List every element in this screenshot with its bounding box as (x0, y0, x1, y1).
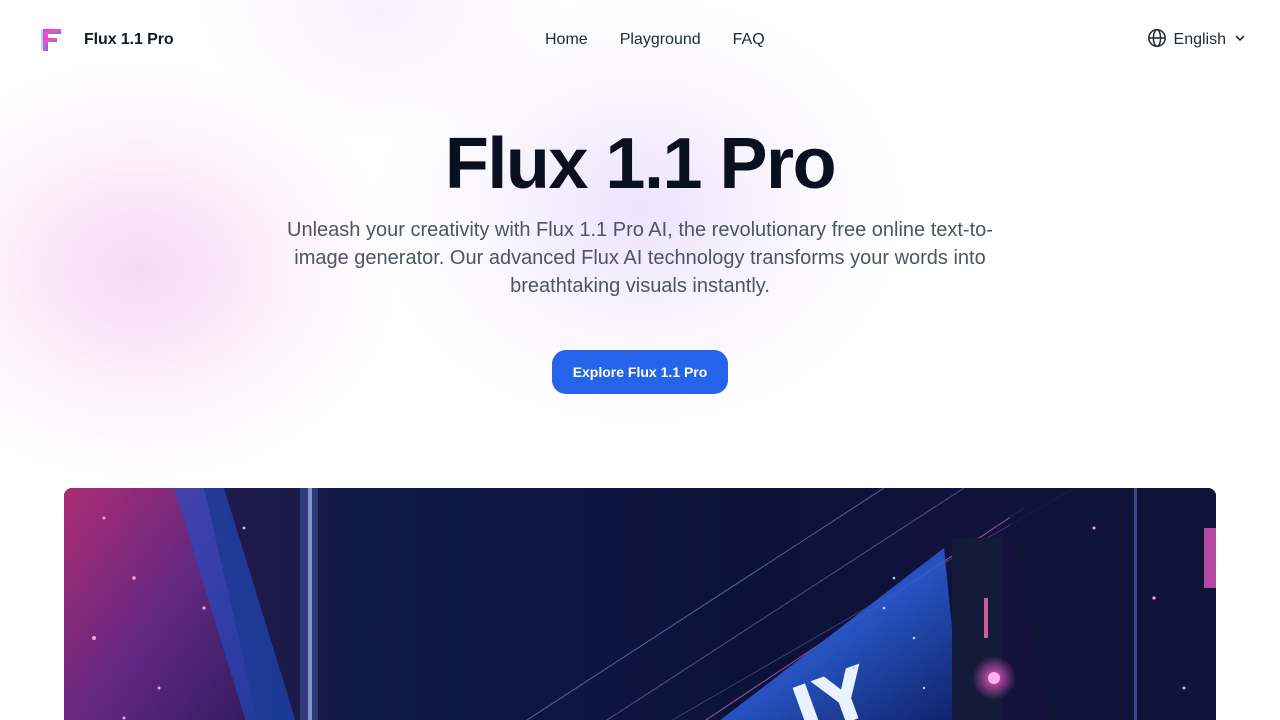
language-selector[interactable]: English (1147, 0, 1246, 80)
language-label: English (1173, 31, 1226, 48)
brand[interactable]: Flux 1.1 Pro (40, 26, 174, 54)
globe-icon (1147, 28, 1170, 53)
brand-name: Flux 1.1 Pro (84, 31, 174, 48)
hero-section: Flux 1.1 Pro Unleash your creativity wit… (0, 120, 1280, 394)
nav-faq[interactable]: FAQ (733, 31, 765, 49)
hero-subtitle: Unleash your creativity with Flux 1.1 Pr… (287, 219, 993, 297)
chevron-down-icon (1230, 31, 1246, 49)
nav-playground[interactable]: Playground (620, 31, 701, 49)
nav-home[interactable]: Home (545, 31, 588, 49)
flux-logo-icon (40, 26, 66, 54)
hero-title: Flux 1.1 Pro (444, 124, 837, 204)
neon-city-hero-image: IY (64, 488, 1216, 720)
explore-button[interactable]: Explore Flux 1.1 Pro (552, 350, 728, 394)
site-header: Flux 1.1 Pro Home Playground FAQ English (0, 0, 1280, 80)
main-nav: Home Playground FAQ (545, 0, 765, 80)
